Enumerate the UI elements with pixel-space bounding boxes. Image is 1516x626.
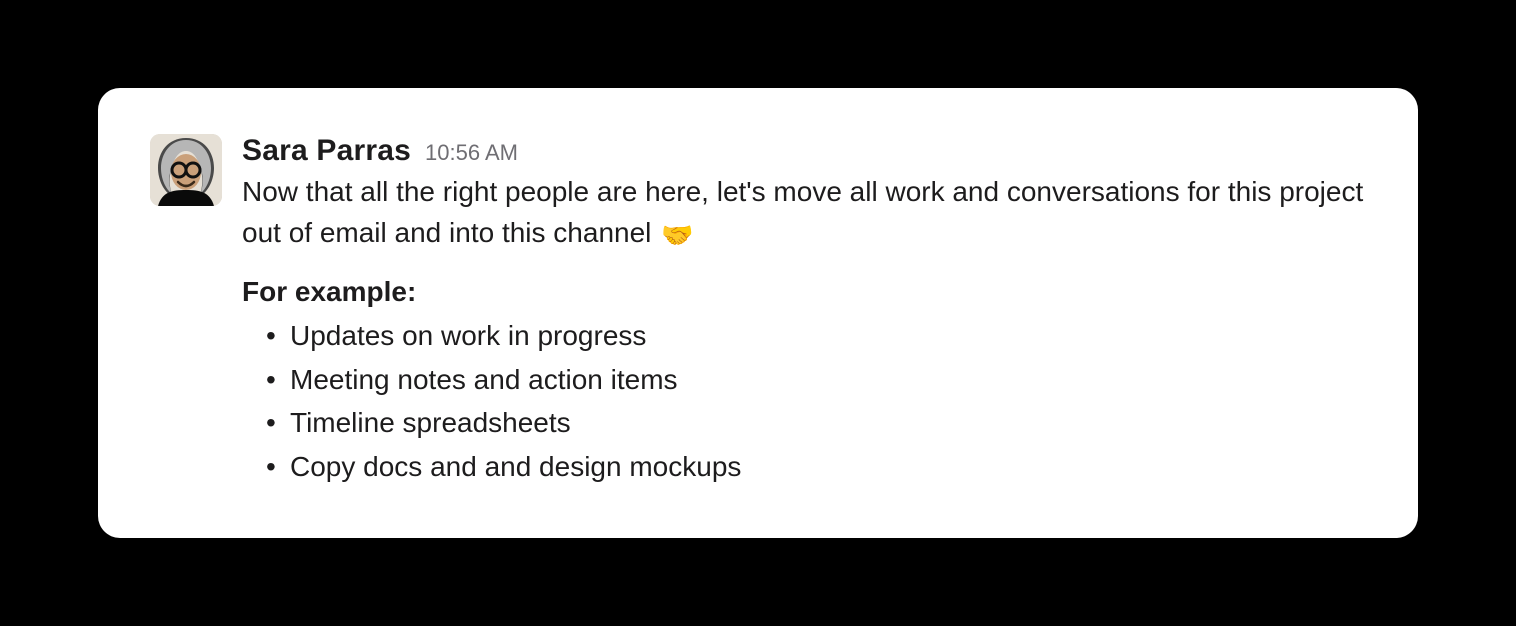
list-item: Meeting notes and action items [290,358,1366,401]
stage: Sara Parras 10:56 AM Now that all the ri… [0,0,1516,626]
list-item: Updates on work in progress [290,314,1366,357]
example-list: Updates on work in progress Meeting note… [242,314,1366,488]
list-item: Copy docs and and design mockups [290,445,1366,488]
slack-message: Sara Parras 10:56 AM Now that all the ri… [150,134,1366,488]
example-heading: For example: [242,276,1366,308]
avatar-image-icon [150,134,222,206]
message-card: Sara Parras 10:56 AM Now that all the ri… [98,88,1418,538]
handshake-emoji-icon: 🤝 [661,217,693,255]
message-body-text: Now that all the right people are here, … [242,176,1363,248]
author-name[interactable]: Sara Parras [242,134,411,168]
message-header: Sara Parras 10:56 AM [242,134,1366,168]
avatar[interactable] [150,134,222,206]
message-content: Sara Parras 10:56 AM Now that all the ri… [242,134,1366,488]
message-body: Now that all the right people are here, … [242,172,1366,254]
message-timestamp[interactable]: 10:56 AM [425,140,518,166]
list-item: Timeline spreadsheets [290,401,1366,444]
